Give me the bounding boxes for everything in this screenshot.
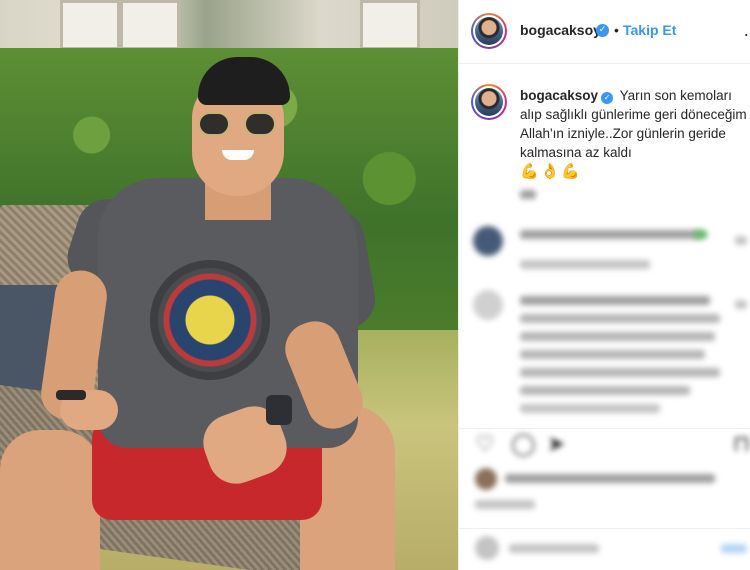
separator-dot: •: [614, 22, 619, 38]
more-options-icon[interactable]: …: [743, 20, 750, 41]
post-side-panel: bogacaksoy ✓ • Takip Et … bogacaksoy✓ Ya…: [458, 0, 750, 570]
blurred-comment-text: [520, 296, 710, 305]
caption-verified-icon: ✓: [601, 92, 614, 104]
post-photo: [0, 0, 458, 570]
blurred-likes-text: [505, 474, 715, 483]
comment-icon[interactable]: ◯: [511, 432, 536, 457]
left-leg: [0, 430, 100, 570]
follow-button[interactable]: Takip Et: [623, 22, 676, 38]
smartwatch: [266, 395, 292, 425]
verified-icon: ✓: [596, 24, 609, 37]
share-icon[interactable]: ➤: [547, 432, 565, 457]
blurred-comment-text: [520, 230, 700, 239]
blurred-comment-text: [520, 314, 720, 323]
post-header: bogacaksoy ✓ • Takip Et …: [459, 0, 750, 64]
blurred-comment-text: [520, 368, 720, 377]
black-cap: [198, 57, 290, 105]
blurred-timestamp: [520, 190, 536, 199]
blurred-comment-avatar: [473, 226, 503, 256]
heart-icon[interactable]: ♡: [475, 432, 495, 457]
header-username[interactable]: bogacaksoy: [520, 22, 601, 38]
comment-divider: [459, 528, 750, 529]
blurred-comment-meta: [520, 260, 650, 269]
blurred-comment-meta: [520, 404, 660, 413]
blurred-post-button[interactable]: [721, 544, 747, 553]
blurred-like-icon: [735, 300, 747, 309]
header-avatar[interactable]: [471, 13, 507, 49]
person: [0, 0, 458, 570]
blurred-comment-text: [520, 350, 705, 359]
action-bar: ♡ ◯ ➤ ⊓: [475, 432, 750, 462]
blurred-comment-text: [520, 332, 715, 341]
blurred-liker-avatar: [475, 468, 497, 490]
caption-emojis: 💪👌💪: [520, 163, 583, 180]
sunglasses: [198, 112, 278, 138]
blurred-like-icon: [735, 236, 747, 245]
blurred-comment-emoji: [695, 230, 707, 239]
actions-divider: [459, 428, 750, 429]
blurred-comment-text: [520, 386, 690, 395]
blurred-comment-avatar: [473, 290, 503, 320]
post-caption: bogacaksoy ✓ Yarın son kemoları alıp sağl…: [520, 86, 750, 181]
blurred-post-date: [475, 500, 535, 509]
smile: [222, 150, 254, 160]
caption-username[interactable]: bogacaksoy: [520, 88, 598, 103]
bookmark-icon[interactable]: ⊓: [733, 432, 750, 457]
caption-avatar[interactable]: [471, 84, 507, 120]
blurred-comment-input[interactable]: [509, 544, 599, 553]
shirt-emblem: [150, 260, 270, 380]
bracelet: [56, 390, 86, 400]
blurred-emoji-icon[interactable]: [475, 536, 499, 560]
